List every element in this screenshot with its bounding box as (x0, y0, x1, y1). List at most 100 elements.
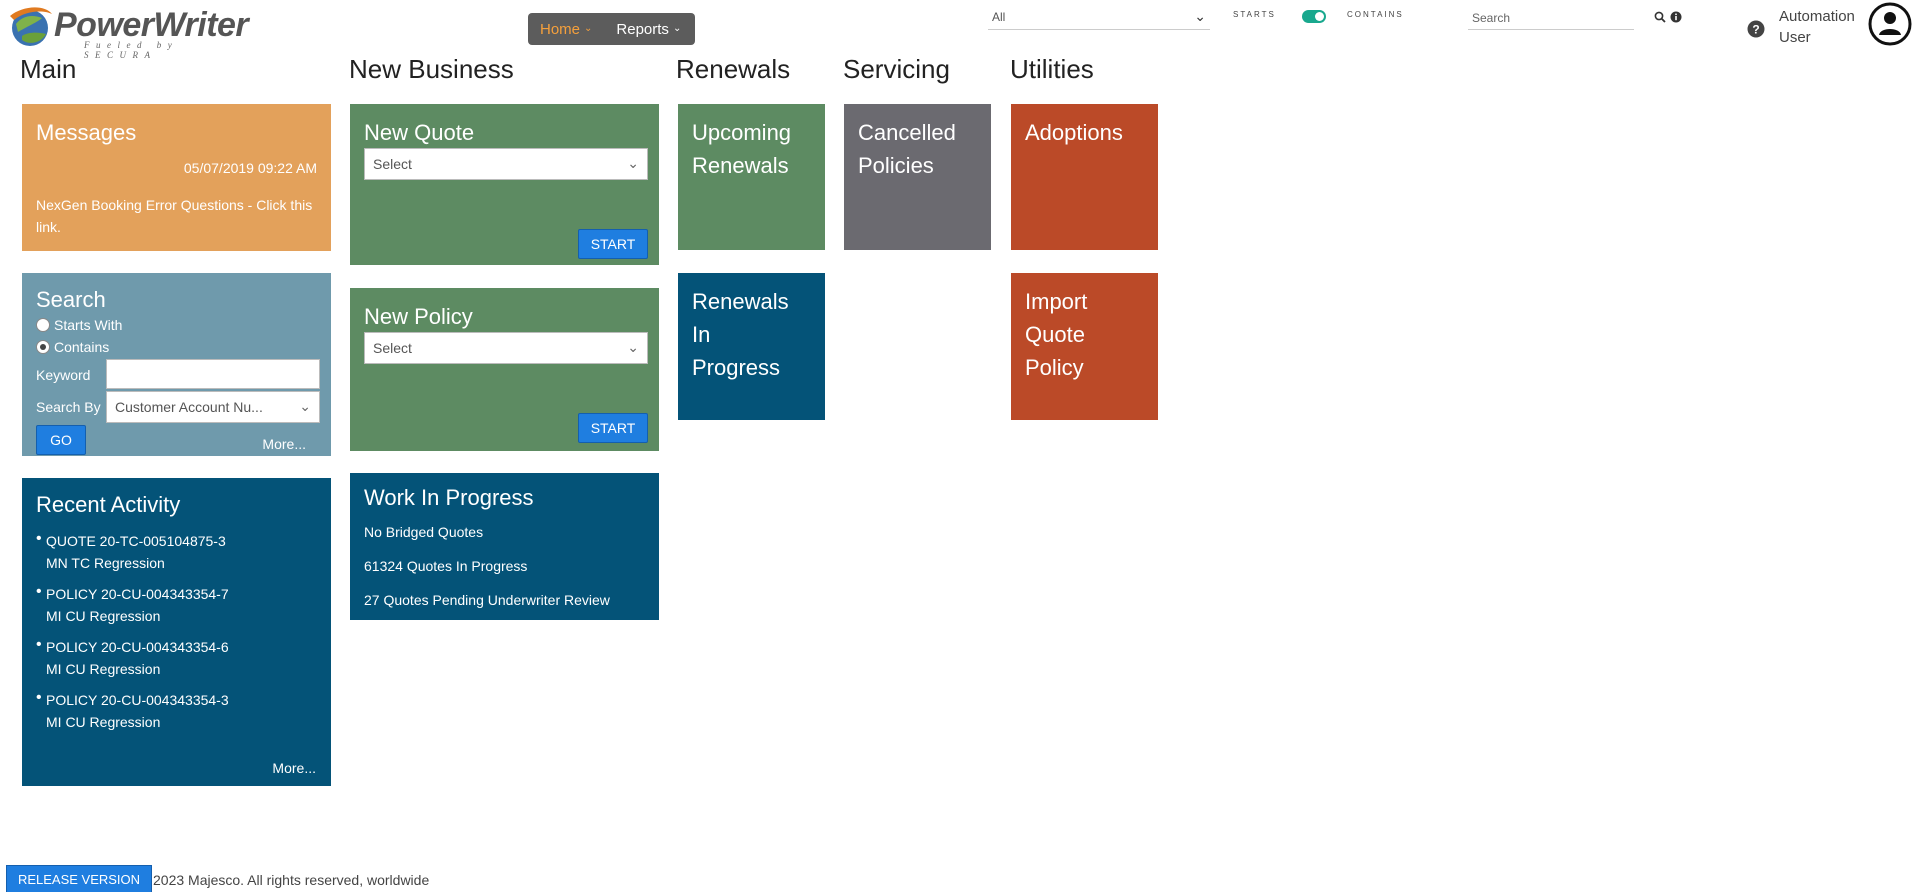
search-tile: Search Starts With Contains Keyword Sear… (22, 273, 331, 456)
chevron-down-icon: ⌄ (627, 339, 639, 355)
section-renewals-title: Renewals (676, 54, 791, 84)
activity-desc: MI CU Regression (46, 714, 161, 730)
upcoming-renewals-title: Upcoming Renewals (692, 116, 791, 182)
powerwriter-logo[interactable]: PowerWriter Fueled by SECURA (8, 4, 249, 60)
activity-desc: MN TC Regression (46, 555, 165, 571)
renewals-in-progress-tile[interactable]: Renewals In Progress (678, 273, 825, 420)
tile-title-line: In (692, 322, 711, 347)
radio-starts-with-button[interactable] (36, 318, 50, 332)
recent-activity-item[interactable]: POLICY 20-CU-004343354-6 MI CU Regressio… (36, 634, 316, 680)
tile-title-line: Quote (1025, 322, 1085, 347)
tile-title-line: Policies (858, 153, 934, 178)
cancelled-policies-title: Cancelled Policies (858, 116, 956, 182)
starts-contains-toggle[interactable] (1302, 10, 1326, 23)
activity-ref: POLICY 20-CU-004343354-7 (46, 586, 229, 602)
new-quote-title: New Quote (364, 120, 475, 145)
recent-activity-more-link[interactable]: More... (272, 760, 316, 776)
radio-contains-button[interactable] (36, 340, 50, 354)
tile-title-line: Import (1025, 289, 1088, 314)
search-by-value: Customer Account Nu... (115, 399, 263, 415)
cancelled-policies-tile[interactable]: Cancelled Policies (844, 104, 991, 250)
search-by-select[interactable]: Customer Account Nu... ⌄ (106, 391, 320, 423)
copyright-text: 2023 Majesco. All rights reserved, world… (153, 872, 430, 888)
recent-activity-tile: Recent Activity QUOTE 20-TC-005104875-3 … (22, 478, 331, 786)
chevron-down-icon: ⌄ (672, 23, 682, 34)
svg-text:?: ? (1752, 23, 1759, 37)
work-in-progress-tile: Work In Progress No Bridged Quotes 61324… (350, 473, 659, 620)
toggle-knob (1315, 12, 1324, 21)
info-icon[interactable] (1670, 11, 1682, 23)
recent-activity-item[interactable]: QUOTE 20-TC-005104875-3 MN TC Regression (36, 528, 316, 574)
activity-desc: MI CU Regression (46, 608, 161, 624)
search-icon[interactable] (1654, 11, 1666, 23)
chevron-down-icon: ⌄ (627, 155, 639, 171)
adoptions-tile[interactable]: Adoptions (1011, 104, 1158, 250)
activity-ref: POLICY 20-CU-004343354-6 (46, 639, 229, 655)
tile-title-line: Renewals (692, 289, 789, 314)
new-quote-start-button[interactable]: START (578, 229, 648, 259)
wip-bridged-quotes[interactable]: No Bridged Quotes (364, 524, 483, 540)
recent-activity-list: QUOTE 20-TC-005104875-3 MN TC Regression… (36, 528, 316, 742)
radio-contains-label: Contains (54, 339, 110, 355)
recent-activity-item[interactable]: POLICY 20-CU-004343354-3 MI CU Regressio… (36, 687, 316, 733)
work-in-progress-title: Work In Progress (364, 485, 534, 510)
nav-home[interactable]: Home ⌄ (540, 21, 592, 38)
global-search-input[interactable] (1468, 6, 1634, 30)
message-date: 05/07/2019 09:22 AM (183, 160, 317, 176)
user-avatar-icon[interactable] (1868, 2, 1912, 46)
search-go-button[interactable]: GO (36, 425, 86, 455)
section-utilities-title: Utilities (1010, 54, 1094, 84)
top-navigation: Home ⌄ Reports ⌄ (528, 13, 695, 45)
messages-title: Messages (36, 120, 137, 145)
nav-home-label: Home (540, 20, 581, 38)
recent-activity-title: Recent Activity (36, 492, 181, 517)
new-quote-select[interactable]: Select ⌄ (364, 148, 648, 180)
globe-logo-icon (10, 7, 52, 46)
search-scope-select[interactable]: All ⌄ (988, 6, 1210, 30)
activity-ref: QUOTE 20-TC-005104875-3 (46, 533, 226, 549)
new-quote-tile: New Quote Select ⌄ START (350, 104, 659, 265)
recent-activity-item[interactable]: POLICY 20-CU-004343354-7 MI CU Regressio… (36, 581, 316, 627)
search-title: Search (36, 287, 106, 312)
help-icon[interactable]: ? (1747, 20, 1765, 38)
activity-ref: POLICY 20-CU-004343354-3 (46, 692, 229, 708)
search-by-label: Search By (36, 399, 101, 415)
chevron-down-icon: ⌄ (584, 23, 593, 34)
section-servicing-title: Servicing (843, 54, 950, 84)
tile-title-line: Cancelled (858, 120, 956, 145)
toggle-starts-label: STARTS (1233, 10, 1276, 19)
toggle-contains-label: CONTAINS (1347, 10, 1404, 19)
radio-starts-with-label: Starts With (54, 317, 123, 333)
release-version-button[interactable]: RELEASE VERSION (6, 865, 152, 892)
message-link[interactable]: NexGen Booking Error Questions - Click t… (36, 194, 316, 238)
wip-pending-review[interactable]: 27 Quotes Pending Underwriter Review (364, 592, 610, 608)
chevron-down-icon: ⌄ (1194, 8, 1206, 24)
activity-desc: MI CU Regression (46, 661, 161, 677)
import-quote-policy-tile[interactable]: Import Quote Policy (1011, 273, 1158, 420)
section-main-title: Main (20, 54, 77, 84)
wip-quotes-in-progress[interactable]: 61324 Quotes In Progress (364, 558, 527, 574)
tile-title-line: Policy (1025, 355, 1084, 380)
messages-tile: Messages 05/07/2019 09:22 AM NexGen Book… (22, 104, 331, 251)
section-new-business-title: New Business (349, 54, 514, 84)
user-name[interactable]: Automation User (1779, 6, 1869, 48)
new-quote-select-value: Select (373, 156, 412, 172)
import-quote-policy-title: Import Quote Policy (1025, 285, 1087, 384)
new-policy-start-button[interactable]: START (578, 413, 648, 443)
adoptions-title: Adoptions (1025, 120, 1123, 145)
logo-tagline: Fueled by SECURA (84, 40, 179, 60)
search-more-link[interactable]: More... (262, 436, 306, 452)
chevron-down-icon: ⌄ (299, 398, 311, 414)
keyword-input[interactable] (106, 359, 320, 389)
new-policy-select-value: Select (373, 340, 412, 356)
radio-contains[interactable]: Contains (36, 339, 109, 355)
tile-title-line: Renewals (692, 153, 789, 178)
search-scope-value: All (992, 10, 1006, 24)
radio-starts-with[interactable]: Starts With (36, 317, 122, 333)
new-policy-select[interactable]: Select ⌄ (364, 332, 648, 364)
upcoming-renewals-tile[interactable]: Upcoming Renewals (678, 104, 825, 250)
new-policy-tile: New Policy Select ⌄ START (350, 288, 659, 451)
keyword-label: Keyword (36, 367, 91, 383)
nav-reports-label: Reports (616, 20, 669, 38)
nav-reports[interactable]: Reports ⌄ (616, 21, 681, 38)
